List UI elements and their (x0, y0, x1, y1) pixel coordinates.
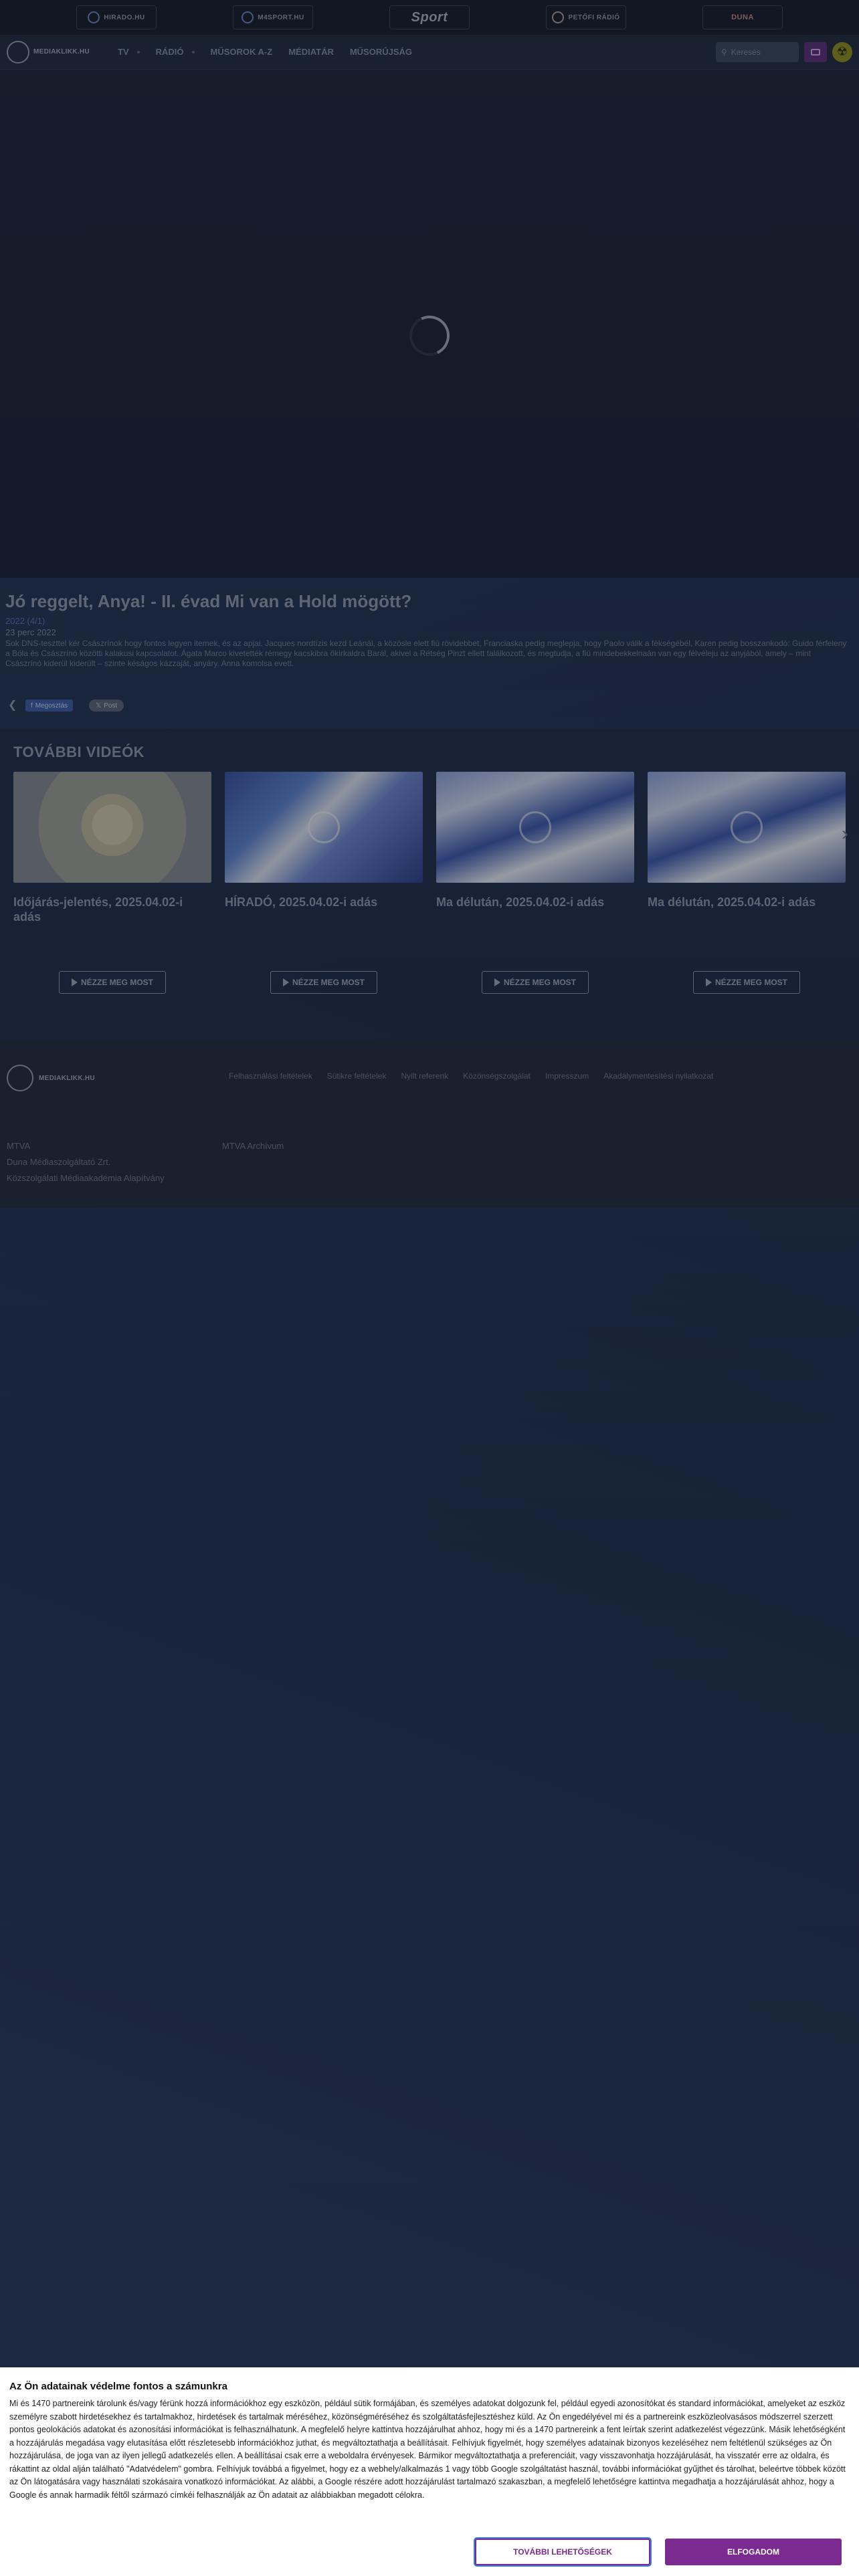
accept-button[interactable]: ELFOGADOM (665, 2539, 842, 2565)
cookie-consent-banner: Az Ön adatainak védelme fontos a számunk… (0, 2367, 859, 2576)
overlay-dim (0, 0, 859, 2576)
cookie-title: Az Ön adatainak védelme fontos a számunk… (9, 2381, 227, 2392)
cookie-actions: TOVÁBBI LEHETŐSÉGEK ELFOGADOM (475, 2539, 842, 2565)
more-options-button[interactable]: TOVÁBBI LEHETŐSÉGEK (475, 2539, 650, 2565)
cookie-body: Mi és 1470 partnereink tárolunk és/vagy … (9, 2399, 846, 2500)
